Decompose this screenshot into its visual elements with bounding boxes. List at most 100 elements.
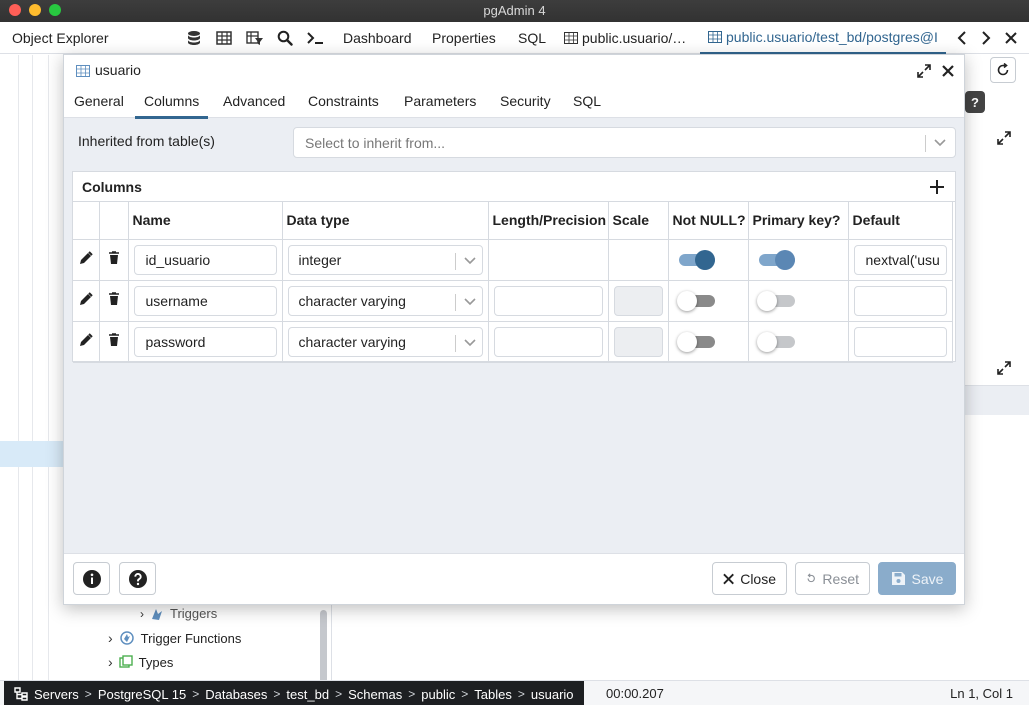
help-button[interactable]: [119, 562, 156, 595]
header-data-type: Data type: [282, 202, 489, 240]
expand-icon[interactable]: [991, 125, 1017, 151]
tree-item-trigger-functions[interactable]: › Trigger Functions: [108, 630, 241, 646]
filter-table-icon[interactable]: [242, 26, 268, 50]
table-icon[interactable]: [211, 26, 237, 50]
tab-advanced[interactable]: Advanced: [223, 86, 285, 117]
length-input[interactable]: [493, 326, 603, 357]
save-button[interactable]: Save: [878, 562, 956, 595]
delete-cell: [99, 239, 129, 281]
edit-icon[interactable]: [79, 292, 93, 309]
tab-query-tool-active[interactable]: public.usuario/test_bd/postgres@I: [700, 22, 946, 55]
save-icon: [891, 572, 905, 585]
close-tab-icon[interactable]: [1002, 28, 1020, 48]
columns-title: Columns: [82, 179, 142, 195]
tab-sql[interactable]: SQL: [573, 86, 601, 117]
chevron-down-icon[interactable]: [461, 333, 479, 353]
tab-columns[interactable]: Columns: [135, 86, 209, 119]
database-icon[interactable]: [181, 26, 207, 50]
default-input[interactable]: [853, 326, 947, 357]
tab-parameters[interactable]: Parameters: [404, 86, 476, 117]
breadcrumb-item: PostgreSQL 15: [97, 686, 187, 702]
edit-icon[interactable]: [79, 251, 93, 268]
chevron-right-icon: >: [408, 687, 416, 701]
tree-icon: [14, 687, 28, 701]
primary-key-toggle[interactable]: [756, 331, 795, 352]
tab-sql[interactable]: SQL: [518, 22, 546, 54]
inherit-select[interactable]: Select to inherit from...: [293, 127, 956, 158]
tree-item-types[interactable]: › Types: [108, 654, 173, 670]
tab-query-tool-1[interactable]: public.usuario/…: [564, 22, 686, 54]
tab-security[interactable]: Security: [500, 86, 551, 117]
tree-item-triggers[interactable]: › Triggers: [140, 606, 217, 621]
help-icon[interactable]: ?: [965, 91, 985, 113]
chevron-right-icon: >: [273, 687, 281, 701]
terminal-icon[interactable]: [302, 26, 328, 50]
breadcrumb-item: test_bd: [286, 686, 330, 702]
scale-input: [613, 285, 663, 316]
maximize-window-button[interactable]: [49, 4, 61, 16]
info-button[interactable]: [73, 562, 110, 595]
app-header: Object Explorer Dashboard Properties SQL…: [0, 22, 1029, 55]
trash-icon[interactable]: [108, 333, 120, 350]
chevron-down-icon[interactable]: [461, 251, 479, 271]
status-bar: Servers > PostgreSQL 15 > Databases > te…: [0, 680, 1029, 705]
add-row-icon[interactable]: [927, 177, 947, 197]
maximize-dialog-icon[interactable]: [914, 61, 934, 81]
tree-guide-line: [48, 55, 49, 680]
edit-icon[interactable]: [79, 333, 93, 350]
trigger-icon: [152, 608, 162, 620]
header-name: Name: [128, 202, 283, 240]
tree-guide-line: [18, 55, 19, 680]
tab-dashboard[interactable]: Dashboard: [343, 22, 412, 54]
chevron-right-icon: >: [335, 687, 343, 701]
close-window-button[interactable]: [9, 4, 21, 16]
chevron-down-icon[interactable]: [461, 292, 479, 312]
chevron-left-icon[interactable]: [953, 28, 971, 48]
header-not-null: Not NULL?: [668, 202, 749, 240]
close-button[interactable]: Close: [712, 562, 787, 595]
not-null-toggle[interactable]: [678, 249, 715, 270]
trash-icon[interactable]: [108, 251, 120, 268]
search-icon[interactable]: [272, 26, 298, 50]
chevron-right-icon[interactable]: [977, 28, 995, 48]
dialog-title: usuario: [76, 55, 141, 86]
expand-icon[interactable]: [991, 355, 1017, 381]
table-icon: [76, 64, 90, 77]
close-dialog-icon[interactable]: [938, 61, 958, 81]
reset-button[interactable]: Reset: [795, 562, 870, 595]
select-separator: [454, 252, 456, 270]
chevron-down-icon[interactable]: [931, 133, 949, 153]
delete-cell: [99, 280, 129, 322]
column-name-input[interactable]: password: [133, 326, 277, 357]
tree-guide-line: [32, 55, 33, 680]
edit-cell: [73, 321, 100, 363]
trash-icon[interactable]: [108, 292, 120, 309]
minimize-window-button[interactable]: [29, 4, 41, 16]
primary-key-toggle[interactable]: [756, 290, 795, 311]
tab-label: public.usuario/test_bd/postgres@I: [726, 29, 938, 45]
tab-properties[interactable]: Properties: [432, 22, 496, 54]
select-separator: [454, 293, 456, 311]
info-icon: [82, 569, 101, 588]
data-type-select[interactable]: character varying: [287, 326, 483, 357]
chevron-right-icon: ›: [108, 654, 113, 670]
column-name-input[interactable]: username: [133, 285, 277, 316]
data-type-select[interactable]: integer: [287, 244, 483, 275]
default-input[interactable]: nextval('usu: [853, 244, 947, 275]
tab-constraints[interactable]: Constraints: [308, 86, 379, 117]
default-input[interactable]: [853, 285, 947, 316]
chevron-right-icon: ›: [108, 630, 113, 646]
not-null-toggle[interactable]: [676, 331, 715, 352]
table-row: password character varying: [73, 321, 953, 363]
data-type-select[interactable]: character varying: [287, 285, 483, 316]
tab-general[interactable]: General: [74, 86, 124, 117]
table-row: id_usuario integer nextval('usu: [73, 239, 953, 281]
column-name-input[interactable]: id_usuario: [133, 244, 277, 275]
primary-key-toggle[interactable]: [758, 249, 795, 270]
length-input[interactable]: [493, 285, 603, 316]
header-default: Default: [848, 202, 953, 240]
columns-grid-panel: Columns Name Data type Length/Precision …: [72, 171, 956, 363]
not-null-toggle[interactable]: [676, 290, 715, 311]
refresh-icon[interactable]: [990, 57, 1016, 83]
inherit-placeholder: Select to inherit from...: [305, 135, 446, 151]
